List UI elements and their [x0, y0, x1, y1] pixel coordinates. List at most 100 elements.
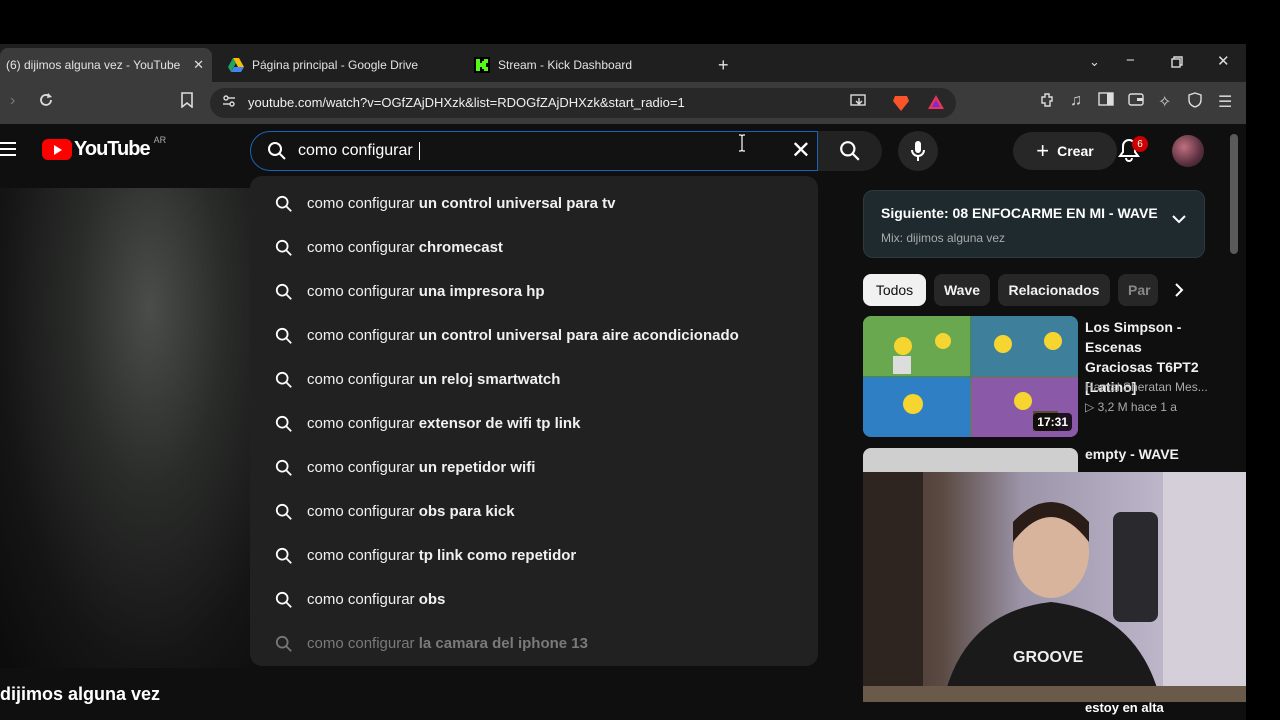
restore-icon[interactable] [1171, 55, 1183, 72]
reload-icon[interactable] [38, 92, 54, 113]
search-icon [275, 371, 293, 393]
suggestion-completion: un control universal para tv [418, 195, 616, 212]
close-tab-icon[interactable]: ✕ [193, 57, 204, 73]
text-cursor-icon [738, 134, 746, 155]
up-next-panel[interactable]: Siguiente: 08 ENFOCARME EN MI - WAVE Mix… [863, 190, 1205, 258]
tab-title: Página principal - Google Drive [252, 58, 419, 72]
tab-google-drive[interactable]: Página principal - Google Drive [228, 48, 448, 82]
suggestion-item[interactable]: como configurar la camara del iphone 13 [250, 622, 818, 666]
suggestion-prefix: como configurar [307, 503, 419, 520]
vpn-icon[interactable] [1188, 92, 1202, 113]
bookmark-icon[interactable] [180, 92, 194, 113]
microphone-icon [911, 141, 925, 161]
search-query: como configurar [298, 142, 418, 160]
tab-kick[interactable]: Stream - Kick Dashboard [474, 48, 694, 82]
search-icon [275, 503, 293, 525]
tab-title: Stream - Kick Dashboard [498, 58, 633, 72]
search-icon [267, 141, 287, 166]
avatar[interactable] [1172, 135, 1204, 167]
clear-search-icon[interactable]: ✕ [791, 138, 811, 164]
chevron-down-icon[interactable] [1172, 211, 1186, 229]
suggestion-completion: la camara del iphone 13 [418, 635, 588, 652]
minimize-icon[interactable]: − [1126, 52, 1135, 69]
video-item-title[interactable]: empty - WAVE [1085, 444, 1179, 464]
tab-youtube[interactable]: (6) dijimos alguna vez - YouTube ✕ [0, 48, 212, 82]
suggestion-item[interactable]: como configurar un repetidor wifi [250, 446, 818, 490]
search-icon [275, 591, 293, 613]
scrollbar[interactable] [1230, 134, 1238, 254]
suggestion-prefix: como configurar [307, 283, 419, 300]
suggestion-item[interactable]: como configurar un control universal par… [250, 182, 818, 226]
plus-icon: + [1036, 138, 1050, 163]
chevron-right-icon[interactable] [1174, 282, 1184, 303]
url-field[interactable]: youtube.com/watch?v=OGfZAjDHXzk&list=RDO… [210, 88, 956, 118]
chip-todos[interactable]: Todos [863, 274, 926, 306]
tab-bar: (6) dijimos alguna vez - YouTube ✕ Págin… [0, 44, 1246, 82]
suggestion-item[interactable]: como configurar una impresora hp [250, 270, 818, 314]
brave-rewards-icon[interactable] [928, 95, 944, 114]
suggestion-prefix: como configurar [307, 239, 419, 256]
search-icon [275, 239, 293, 261]
create-label: Crear [1057, 143, 1094, 159]
sidebar-icon[interactable] [1098, 92, 1114, 111]
brave-shields-icon[interactable] [892, 94, 910, 117]
suggestion-completion: chromecast [418, 239, 503, 256]
close-window-icon[interactable]: ✕ [1217, 52, 1230, 70]
suggestion-item[interactable]: como configurar obs para kick [250, 490, 818, 534]
search-input[interactable]: como configurar ✕ [250, 131, 818, 171]
install-app-icon[interactable] [850, 94, 868, 113]
playlist-item-title[interactable]: estoy en alta [1085, 700, 1164, 715]
menu-icon[interactable]: ☰ [1218, 92, 1232, 112]
suggestion-completion: tp link como repetidor [418, 547, 577, 564]
suggestion-completion: extensor de wifi tp link [418, 415, 581, 432]
suggestion-completion: una impresora hp [418, 283, 545, 300]
suggestion-item[interactable]: como configurar tp link como repetidor [250, 534, 818, 578]
suggestion-completion: un reloj smartwatch [418, 371, 561, 388]
svg-text:GROOVE: GROOVE [1013, 649, 1084, 666]
suggestion-prefix: como configurar [307, 195, 419, 212]
suggestion-completion: obs para kick [418, 503, 515, 520]
suggestion-item[interactable]: como configurar obs [250, 578, 818, 622]
voice-search-button[interactable] [898, 131, 938, 171]
suggestion-item[interactable]: como configurar un reloj smartwatch [250, 358, 818, 402]
up-next-mix: Mix: dijimos alguna vez [881, 231, 1006, 245]
suggestion-item[interactable]: como configurar chromecast [250, 226, 818, 270]
chip-partial[interactable]: Par [1118, 274, 1158, 306]
suggestion-prefix: como configurar [307, 459, 419, 476]
search-icon [275, 415, 293, 437]
suggestion-item[interactable]: como configurar extensor de wifi tp link [250, 402, 818, 446]
youtube-logo[interactable]: YouTube AR [42, 134, 167, 161]
top-black-strip [0, 0, 1280, 44]
search-icon [275, 635, 293, 657]
logo-text: YouTube [74, 138, 151, 160]
chip-wave[interactable]: Wave [934, 274, 990, 306]
video-player[interactable] [0, 188, 250, 668]
suggestion-completion: obs [418, 591, 446, 608]
new-tab-button[interactable]: + [718, 48, 738, 82]
search-button[interactable] [818, 131, 882, 171]
kick-icon [474, 57, 490, 73]
extensions-icon[interactable] [1040, 92, 1056, 113]
channel-name[interactable]: Hamal Sheratan Mes... [1085, 380, 1210, 394]
search-icon [840, 141, 860, 161]
create-button[interactable]: + Crear [1013, 132, 1117, 170]
text-caret [419, 142, 421, 160]
country-code: AR [153, 134, 167, 145]
forward-icon[interactable]: › [10, 92, 15, 110]
video-meta: ▷ 3,2 M hace 1 a [1085, 400, 1177, 414]
url-text: youtube.com/watch?v=OGfZAjDHXzk&list=RDO… [248, 95, 685, 110]
tab-list-chevron-icon[interactable]: ⌄ [1089, 54, 1100, 70]
leo-ai-icon[interactable]: ✧ [1158, 92, 1171, 112]
chip-relacionados[interactable]: Relacionados [998, 274, 1110, 306]
video-thumbnail[interactable]: 17:31 [863, 316, 1078, 437]
youtube-play-icon [42, 139, 72, 160]
suggestion-prefix: como configurar [307, 327, 419, 344]
site-settings-icon[interactable] [222, 94, 236, 111]
guide-menu-icon[interactable] [0, 142, 18, 160]
music-icon[interactable]: ♫ [1070, 92, 1082, 110]
wallet-icon[interactable] [1128, 92, 1144, 111]
suggestion-prefix: como configurar [307, 547, 419, 564]
suggestion-item[interactable]: como configurar un control universal par… [250, 314, 818, 358]
search-icon [275, 459, 293, 481]
suggestion-prefix: como configurar [307, 415, 419, 432]
